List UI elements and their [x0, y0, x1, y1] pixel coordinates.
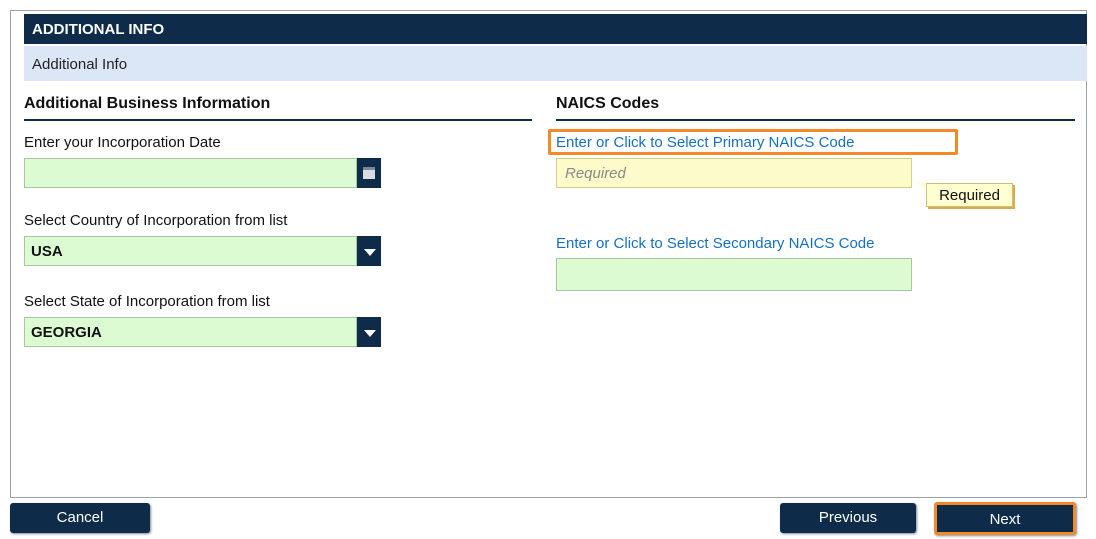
- primary-naics-input[interactable]: Required: [556, 158, 912, 188]
- previous-button[interactable]: Previous: [780, 503, 916, 533]
- calendar-icon: [363, 167, 375, 179]
- cancel-button[interactable]: Cancel: [10, 503, 150, 533]
- chevron-down-icon: [364, 330, 376, 337]
- subheader-label: Additional Info: [32, 56, 128, 73]
- primary-naics-link[interactable]: Enter or Click to Select Primary NAICS C…: [556, 134, 854, 151]
- next-button[interactable]: Next: [934, 502, 1076, 535]
- state-select[interactable]: GEORGIA: [24, 317, 357, 347]
- business-info-title: Additional Business Information: [24, 95, 532, 121]
- country-dropdown-button[interactable]: [357, 236, 381, 266]
- secondary-naics-input[interactable]: [556, 258, 912, 291]
- page-header: ADDITIONAL INFO: [24, 14, 1087, 44]
- secondary-naics-link[interactable]: Enter or Click to Select Secondary NAICS…: [556, 235, 874, 252]
- section-subheader: Additional Info: [24, 46, 1087, 81]
- naics-codes-title: NAICS Codes: [556, 95, 1075, 121]
- page-title: ADDITIONAL INFO: [32, 21, 165, 38]
- chevron-down-icon: [364, 249, 376, 256]
- state-dropdown-button[interactable]: [357, 317, 381, 347]
- incorporation-date-input[interactable]: [24, 158, 357, 188]
- incorporation-date-label: Enter your Incorporation Date: [24, 134, 221, 151]
- state-label: Select State of Incorporation from list: [24, 293, 270, 310]
- country-select[interactable]: USA: [24, 236, 357, 266]
- country-label: Select Country of Incorporation from lis…: [24, 212, 288, 229]
- required-tooltip: Required: [926, 183, 1013, 207]
- date-picker-button[interactable]: [357, 158, 381, 188]
